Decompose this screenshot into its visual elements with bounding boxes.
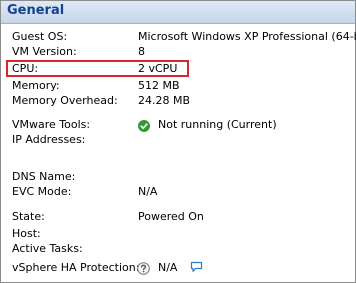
guest-os-value: Microsoft Windows XP Professional (64-b.… <box>138 30 356 43</box>
memory-overhead-value: 24.28 MB <box>138 94 191 107</box>
vmware-tools-label: VMware Tools: <box>12 118 91 131</box>
ha-protection-label: vSphere HA Protection: <box>12 261 140 274</box>
state-label: State: <box>12 210 45 223</box>
vmware-tools-value: Not running (Current) <box>158 118 277 131</box>
state-value: Powered On <box>138 210 204 223</box>
vm-version-label: VM Version: <box>12 45 77 58</box>
check-circle-icon <box>138 120 150 132</box>
evc-mode-label: EVC Mode: <box>12 185 72 198</box>
active-tasks-label: Active Tasks: <box>12 242 83 255</box>
help-icon <box>137 262 150 275</box>
memory-overhead-label: Memory Overhead: <box>12 94 118 107</box>
ip-addresses-label: IP Addresses: <box>12 133 86 146</box>
cpu-value: 2 vCPU <box>138 62 178 75</box>
dns-name-label: DNS Name: <box>12 170 76 183</box>
ha-protection-value: N/A <box>158 261 178 274</box>
comment-icon[interactable] <box>190 261 203 273</box>
panel-title: General <box>7 3 65 18</box>
cpu-label: CPU: <box>12 62 39 75</box>
general-panel: General Guest OS: Microsoft Windows XP P… <box>0 0 356 283</box>
panel-header: General <box>1 1 355 24</box>
memory-label: Memory: <box>12 79 60 92</box>
host-label: Host: <box>12 227 41 240</box>
guest-os-label: Guest OS: <box>12 30 68 43</box>
vm-version-value: 8 <box>138 45 145 58</box>
evc-mode-value: N/A <box>138 185 158 198</box>
memory-value: 512 MB <box>138 79 180 92</box>
